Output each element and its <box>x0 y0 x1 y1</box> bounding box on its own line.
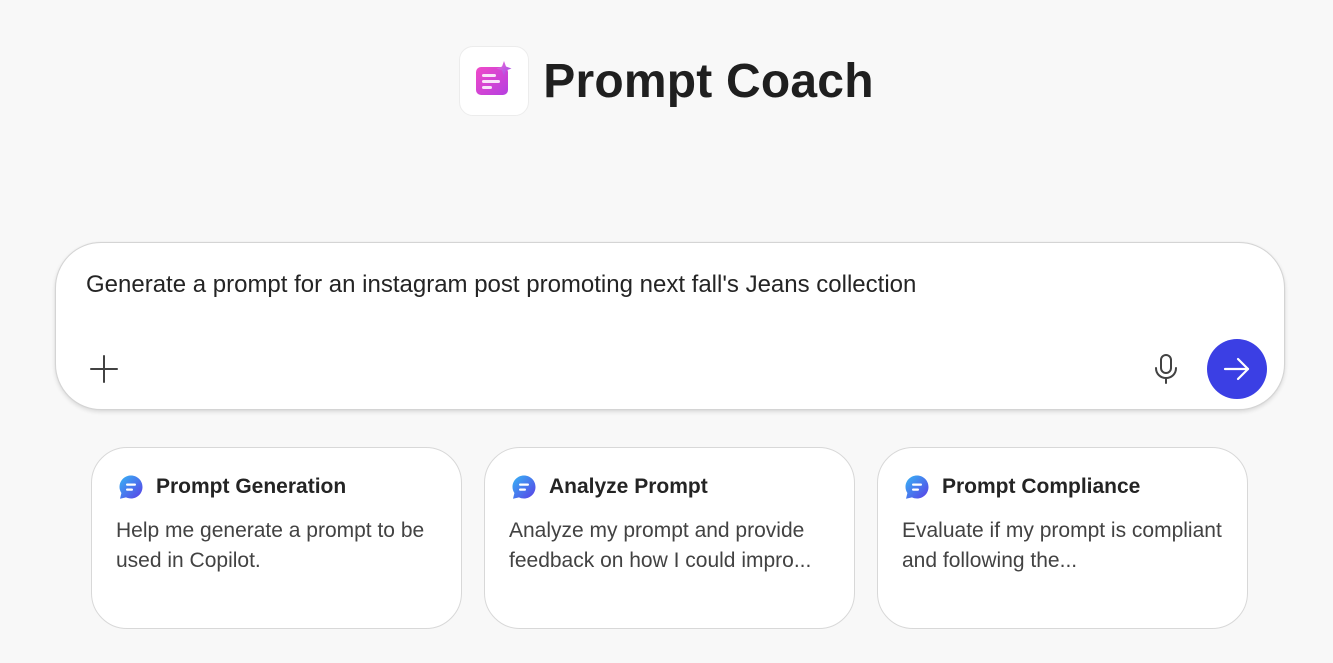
chat-bubble-icon <box>511 474 537 500</box>
prompt-input[interactable] <box>86 271 1186 299</box>
card-header: Analyze Prompt <box>511 474 708 500</box>
microphone-icon <box>1155 354 1177 384</box>
suggestion-card-prompt-generation[interactable]: Prompt Generation Help me generate a pro… <box>91 447 462 629</box>
microphone-button[interactable] <box>1148 351 1184 387</box>
arrow-right-icon <box>1223 357 1250 381</box>
app-title: Prompt Coach <box>543 54 874 108</box>
card-title: Prompt Generation <box>156 475 347 498</box>
prompt-coach-page: Prompt Coach Generate a prompt for an in… <box>0 0 1333 663</box>
card-header: Prompt Compliance <box>904 474 1140 500</box>
card-header: Prompt Generation <box>118 474 346 500</box>
card-title: Analyze Prompt <box>549 475 708 498</box>
add-button[interactable] <box>86 351 122 387</box>
prompt-composer <box>55 242 1285 410</box>
suggestion-card-prompt-compliance[interactable]: Prompt Compliance Evaluate if my prompt … <box>877 447 1248 629</box>
card-description: Help me generate a prompt to be used in … <box>116 519 425 572</box>
header: Prompt Coach <box>0 45 1333 117</box>
suggestion-card-analyze-prompt[interactable]: Analyze Prompt Analyze my prompt and pro… <box>484 447 855 629</box>
chat-bubble-icon <box>118 474 144 500</box>
card-description: Analyze my prompt and provide feedback o… <box>509 519 812 572</box>
prompt-coach-logo-icon <box>459 46 530 116</box>
card-title: Prompt Compliance <box>942 475 1141 498</box>
card-description: Evaluate if my prompt is compliant and f… <box>902 519 1222 572</box>
chat-bubble-icon <box>904 474 930 500</box>
send-button[interactable] <box>1207 339 1267 399</box>
plus-icon <box>90 355 118 383</box>
